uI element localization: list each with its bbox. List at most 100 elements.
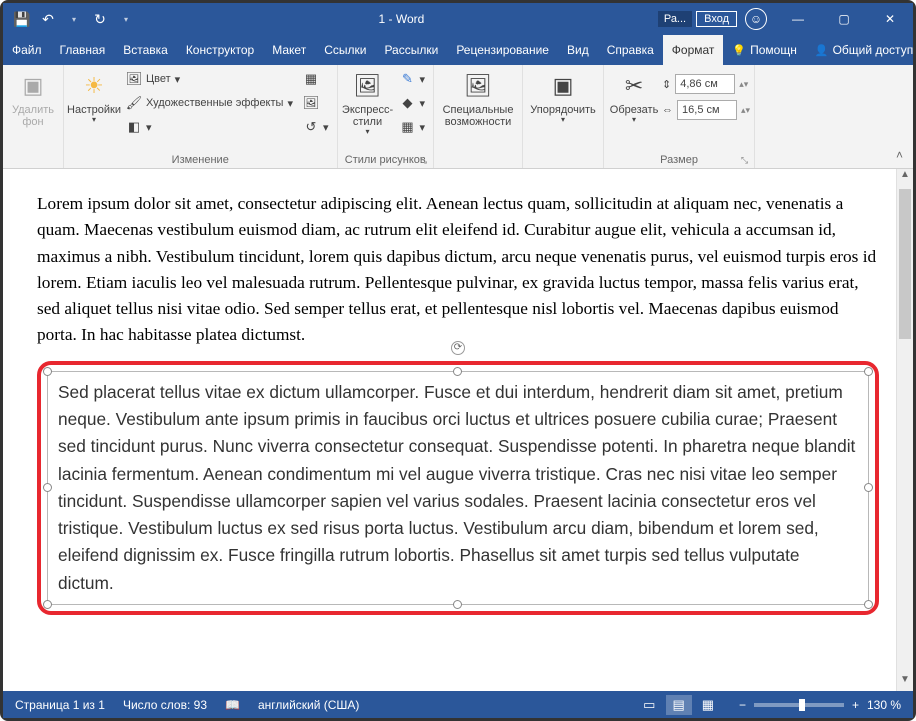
tab-layout[interactable]: Макет	[263, 35, 315, 65]
pic-layout-icon: ▦	[400, 119, 416, 135]
group-styles: 🖼 Экспресс-стили ▾ ✎ ▾ ◆ ▾ ▦ ▾ Стили рис…	[338, 65, 435, 168]
language-status[interactable]: английский (США)	[258, 698, 359, 712]
reset-icon: ↺	[303, 119, 319, 135]
picture-layout-button[interactable]: ▦ ▾	[396, 116, 430, 138]
zoom-level[interactable]: 130 %	[867, 698, 901, 712]
tab-view[interactable]: Вид	[558, 35, 598, 65]
remove-bg-label: Удалить фон	[9, 104, 57, 128]
zoom-out-icon[interactable]: −	[739, 698, 746, 712]
minimize-icon[interactable]: —	[775, 3, 821, 35]
group-size-label: Размер⤡	[608, 152, 750, 168]
vertical-scrollbar[interactable]: ▲ ▼	[896, 169, 913, 691]
selected-text-box[interactable]: Sed placerat tellus vitae ex dictum ulla…	[47, 371, 869, 605]
ribbon: ▣ Удалить фон ☀ Настройки ▾ 🖼Цвет ▾ 🖌Худ…	[3, 65, 913, 169]
word-count[interactable]: Число слов: 93	[123, 698, 207, 712]
compress-button[interactable]: ▦	[299, 68, 333, 90]
group-remove-bg: ▣ Удалить фон	[3, 65, 64, 168]
highlight-annotation: ⟳ Sed placerat tellus vitae ex dictum ul…	[37, 361, 879, 615]
zoom-slider[interactable]	[754, 703, 844, 707]
proofing-icon[interactable]: 📖	[225, 698, 240, 712]
styles-icon: 🖼	[352, 70, 384, 102]
crop-button[interactable]: ✂ Обрезать ▾	[608, 68, 660, 127]
tab-mailings[interactable]: Рассылки	[375, 35, 447, 65]
close-icon[interactable]: ✕	[867, 3, 913, 35]
scroll-up-icon[interactable]: ▲	[897, 169, 913, 186]
tab-format[interactable]: Формат	[663, 35, 724, 65]
change-picture-button[interactable]: 🖼	[299, 92, 333, 114]
qat-customize-icon[interactable]: ▾	[115, 8, 137, 30]
resize-handle[interactable]	[864, 367, 873, 376]
picture-effects-button[interactable]: ◆ ▾	[396, 92, 430, 114]
resize-handle[interactable]	[864, 600, 873, 609]
remove-bg-icon: ▣	[17, 70, 49, 102]
login-button[interactable]: Вход	[696, 11, 737, 27]
tab-references[interactable]: Ссылки	[315, 35, 375, 65]
resize-handle[interactable]	[43, 483, 52, 492]
resize-handle[interactable]	[453, 600, 462, 609]
tab-insert[interactable]: Вставка	[114, 35, 177, 65]
tab-home[interactable]: Главная	[51, 35, 115, 65]
scroll-down-icon[interactable]: ▼	[897, 674, 913, 691]
width-icon: ⇔	[662, 104, 673, 116]
window-title: 1 - Word	[145, 12, 658, 26]
web-layout-icon[interactable]: ▦	[695, 695, 721, 715]
save-icon[interactable]: 💾	[11, 8, 33, 30]
corrections-button[interactable]: ☀ Настройки ▾	[68, 68, 120, 127]
share-button[interactable]: Общий доступ	[806, 35, 916, 65]
color-icon: 🖼	[126, 71, 142, 87]
face-icon[interactable]: ☺	[745, 8, 767, 30]
resize-handle[interactable]	[43, 367, 52, 376]
compress-icon: ▦	[303, 71, 319, 87]
document-area[interactable]: Lorem ipsum dolor sit amet, consectetur …	[3, 169, 913, 691]
alt-text-button[interactable]: 🖼 Специальные возможности	[438, 68, 518, 130]
launcher-icon[interactable]: ⤡	[420, 155, 427, 166]
picture-border-button[interactable]: ✎ ▾	[396, 68, 430, 90]
maximize-icon[interactable]: ▢	[821, 3, 867, 35]
group-adjust: ☀ Настройки ▾ 🖼Цвет ▾ 🖌Художественные эф…	[64, 65, 338, 168]
redo-icon[interactable]: ↻	[89, 8, 111, 30]
read-mode-icon[interactable]: ▭	[636, 695, 662, 715]
scroll-thumb[interactable]	[899, 189, 911, 339]
tell-me[interactable]: Помощн	[723, 35, 805, 65]
title-bar: 💾 ↶▾ ↻▾ 1 - Word Ра... Вход ☺ — ▢ ✕	[3, 3, 913, 35]
border-icon: ✎	[400, 71, 416, 87]
undo-icon[interactable]: ↶	[37, 8, 59, 30]
context-tab-label[interactable]: Ра...	[658, 11, 692, 27]
effects-icon: 🖌	[126, 95, 142, 111]
menu-bar: Файл Главная Вставка Конструктор Макет С…	[3, 35, 913, 65]
artistic-effects-button[interactable]: 🖌Художественные эффекты ▾	[122, 92, 297, 114]
resize-handle[interactable]	[864, 483, 873, 492]
group-accessibility: 🖼 Специальные возможности	[434, 65, 523, 168]
reset-button[interactable]: ↺ ▾	[299, 116, 333, 138]
quick-access-toolbar: 💾 ↶▾ ↻▾	[3, 8, 145, 30]
textbox-content[interactable]: Sed placerat tellus vitae ex dictum ulla…	[58, 382, 855, 593]
color-button[interactable]: 🖼Цвет ▾	[122, 68, 297, 90]
group-size: ✂ Обрезать ▾ ⇕ 4,86 см ▴▾ ⇔ 16,5 см ▴▾ Р…	[604, 65, 755, 168]
width-input[interactable]: 16,5 см	[677, 100, 737, 120]
height-input[interactable]: 4,86 см	[675, 74, 735, 94]
transparency-icon: ◧	[126, 119, 142, 135]
tab-help[interactable]: Справка	[598, 35, 663, 65]
crop-icon: ✂	[618, 70, 650, 102]
body-paragraph[interactable]: Lorem ipsum dolor sit amet, consectetur …	[37, 191, 879, 349]
express-styles-button[interactable]: 🖼 Экспресс-стили ▾	[342, 68, 394, 139]
resize-handle[interactable]	[453, 367, 462, 376]
title-right: Ра... Вход ☺ — ▢ ✕	[658, 3, 913, 35]
window-buttons: — ▢ ✕	[775, 3, 913, 35]
change-picture-icon: 🖼	[303, 95, 319, 111]
arrange-button[interactable]: ▣ Упорядочить ▾	[527, 68, 599, 127]
undo-dropdown-icon[interactable]: ▾	[63, 8, 85, 30]
tab-file[interactable]: Файл	[3, 35, 51, 65]
collapse-ribbon-icon[interactable]: ˄	[896, 148, 903, 162]
tab-design[interactable]: Конструктор	[177, 35, 263, 65]
remove-background-button[interactable]: ▣ Удалить фон	[7, 68, 59, 130]
tab-review[interactable]: Рецензирование	[447, 35, 558, 65]
zoom-controls: − + 130 %	[739, 698, 901, 712]
rotate-handle[interactable]: ⟳	[451, 341, 465, 355]
print-layout-icon[interactable]: ▤	[666, 695, 692, 715]
resize-handle[interactable]	[43, 600, 52, 609]
transparency-button[interactable]: ◧ ▾	[122, 116, 297, 138]
page-status[interactable]: Страница 1 из 1	[15, 698, 105, 712]
launcher-icon[interactable]: ⤡	[741, 155, 748, 166]
zoom-in-icon[interactable]: +	[852, 698, 859, 712]
